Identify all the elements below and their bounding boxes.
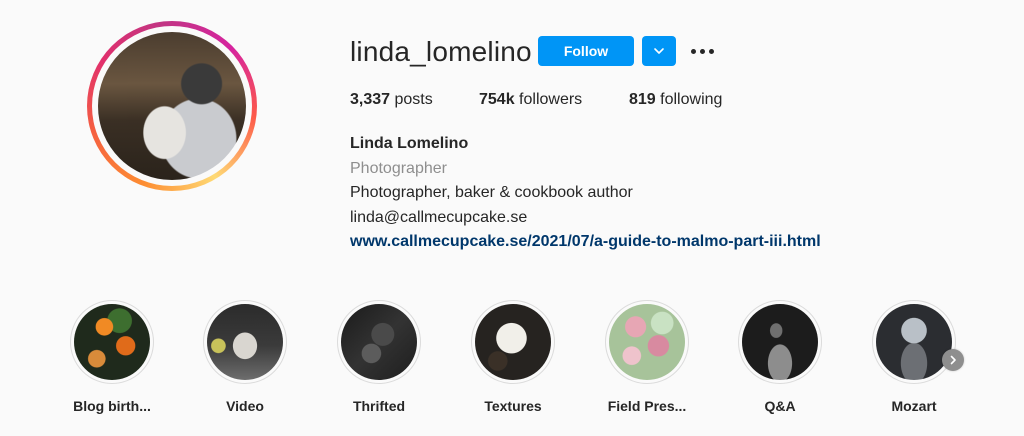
- profile-bio: Linda Lomelino Photographer Photographer…: [350, 132, 821, 255]
- highlight-item[interactable]: Field Pres...: [587, 300, 707, 414]
- more-options-icon-dot: [699, 48, 705, 54]
- highlight-label: Thrifted: [352, 398, 406, 414]
- profile-avatar[interactable]: [87, 21, 257, 191]
- story-highlights: Blog birth... Video Thrifted Textures Fi…: [0, 300, 1024, 430]
- highlight-image: [475, 304, 551, 380]
- highlight-label: Textures: [484, 398, 542, 414]
- posts-count: 3,337: [350, 91, 391, 108]
- highlight-cover: [70, 300, 154, 384]
- highlight-image: [609, 304, 685, 380]
- highlight-image: [742, 304, 818, 380]
- highlight-image: [74, 304, 150, 380]
- more-options-button[interactable]: [688, 40, 716, 62]
- followers-count: 754k: [479, 91, 515, 108]
- highlight-item[interactable]: Textures: [453, 300, 573, 414]
- chevron-down-icon: [654, 48, 664, 54]
- following-stat[interactable]: 819 following: [629, 91, 722, 109]
- highlight-item[interactable]: Q&A: [720, 300, 840, 414]
- highlight-label: Field Pres...: [607, 398, 687, 414]
- profile-full-name: Linda Lomelino: [350, 135, 469, 152]
- avatar-photo: [98, 32, 246, 180]
- following-count: 819: [629, 91, 656, 108]
- followers-stat[interactable]: 754k followers: [479, 91, 582, 109]
- highlight-item[interactable]: Thrifted: [319, 300, 439, 414]
- more-options-icon-dot: [690, 48, 696, 54]
- chevron-right-icon: [950, 355, 956, 365]
- highlight-image: [341, 304, 417, 380]
- highlight-cover: [738, 300, 822, 384]
- profile-username: linda_lomelino: [350, 36, 532, 67]
- profile-category: Photographer: [350, 159, 447, 177]
- highlight-cover: [872, 300, 956, 384]
- posts-stat: 3,337 posts: [350, 91, 433, 109]
- highlight-cover: [471, 300, 555, 384]
- highlight-image: [876, 304, 952, 380]
- bio-text: Photographer, baker & cookbook author: [350, 184, 633, 201]
- avatar-ring-gap: [92, 26, 252, 186]
- highlight-item[interactable]: Blog birth...: [52, 300, 172, 414]
- suggested-accounts-button[interactable]: [642, 36, 676, 66]
- highlight-label: Mozart: [891, 398, 937, 414]
- highlights-next-button[interactable]: [942, 349, 964, 371]
- highlight-cover: [605, 300, 689, 384]
- highlight-label: Blog birth...: [73, 398, 151, 414]
- highlight-image: [207, 304, 283, 380]
- highlight-cover: [337, 300, 421, 384]
- bio-email: linda@callmecupcake.se: [350, 208, 528, 226]
- bio-website-link[interactable]: www.callmecupcake.se/2021/07/a-guide-to-…: [350, 233, 821, 250]
- following-label: following: [660, 91, 723, 108]
- posts-label: posts: [394, 91, 433, 108]
- followers-label: followers: [519, 91, 583, 108]
- more-options-icon-dot: [708, 48, 714, 54]
- highlight-cover: [203, 300, 287, 384]
- follow-button[interactable]: Follow: [538, 36, 634, 66]
- highlight-label: Q&A: [764, 398, 796, 414]
- highlight-item[interactable]: Video: [185, 300, 305, 414]
- highlight-label: Video: [226, 398, 264, 414]
